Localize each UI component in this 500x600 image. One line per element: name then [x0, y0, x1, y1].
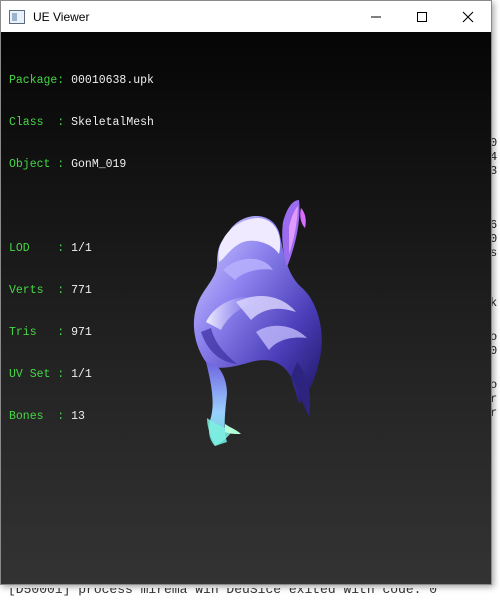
background-console-bottom-line: [D50001] process mirema win DeuSice exit… [0, 588, 500, 600]
maximize-button[interactable] [399, 1, 445, 32]
close-icon [462, 11, 474, 22]
minimize-icon [371, 16, 381, 17]
window-title: UE Viewer [33, 9, 90, 24]
3d-viewport[interactable]: Package: 00010638.upk Class : SkeletalMe… [1, 32, 491, 584]
skeletal-mesh-render [193, 200, 322, 446]
ue-viewer-window[interactable]: UE Viewer Package: 00010638.upk Class: … [0, 0, 492, 585]
app-icon [9, 9, 25, 24]
maximize-icon [417, 11, 427, 22]
minimize-button[interactable] [353, 1, 399, 32]
close-button[interactable] [445, 1, 491, 32]
window-controls [353, 1, 491, 32]
title-bar[interactable]: UE Viewer [1, 1, 491, 32]
